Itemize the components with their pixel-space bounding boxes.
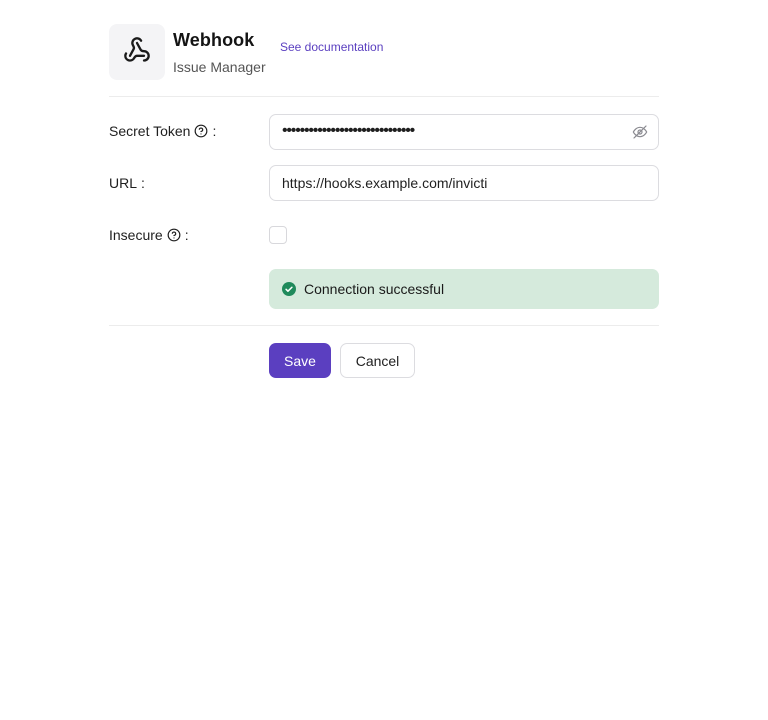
integration-header: Webhook Issue Manager See documentation	[109, 24, 659, 97]
connection-status-message: Connection successful	[304, 281, 445, 297]
see-documentation-link[interactable]: See documentation	[280, 40, 383, 54]
help-circle-icon[interactable]	[194, 124, 208, 138]
connection-status-alert: Connection successful	[269, 269, 659, 309]
integration-logo	[109, 24, 165, 80]
secret-token-masked-value: ••••••••••••••••••••••••••••••	[282, 122, 415, 139]
secret-token-input[interactable]: ••••••••••••••••••••••••••••••	[269, 114, 659, 150]
eye-off-icon[interactable]	[632, 124, 648, 140]
secret-token-label-colon: :	[212, 123, 217, 139]
url-label-colon: :	[141, 175, 145, 191]
help-circle-icon[interactable]	[167, 228, 181, 242]
secret-token-label: Secret Token :	[109, 123, 216, 139]
secret-token-label-text: Secret Token	[109, 123, 191, 139]
insecure-label: Insecure :	[109, 227, 189, 243]
cancel-button[interactable]: Cancel	[340, 343, 415, 378]
form-divider	[109, 325, 659, 326]
insecure-label-text: Insecure	[109, 227, 163, 243]
save-button[interactable]: Save	[269, 343, 331, 378]
url-input[interactable]	[269, 165, 659, 201]
url-label: URL :	[109, 175, 145, 191]
webhook-icon	[123, 36, 151, 69]
check-circle-icon	[282, 282, 296, 296]
insecure-label-colon: :	[184, 227, 189, 243]
integration-title: Webhook	[173, 30, 255, 50]
insecure-checkbox[interactable]	[269, 226, 287, 244]
url-label-text: URL	[109, 175, 138, 191]
integration-subtitle: Issue Manager	[173, 59, 266, 75]
